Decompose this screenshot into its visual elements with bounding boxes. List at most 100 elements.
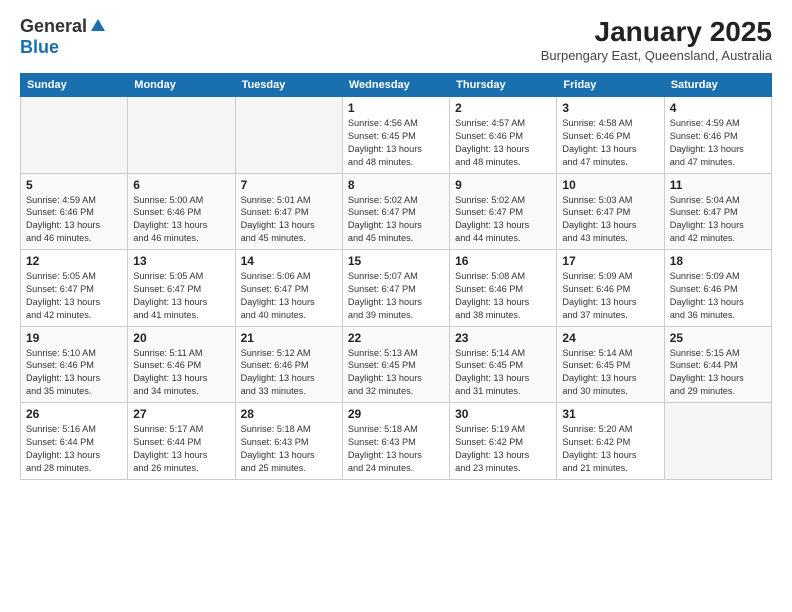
day-info: Sunrise: 5:16 AM Sunset: 6:44 PM Dayligh… (26, 423, 122, 475)
calendar-week-3: 12Sunrise: 5:05 AM Sunset: 6:47 PM Dayli… (21, 250, 772, 327)
header-wednesday: Wednesday (342, 74, 449, 97)
calendar-cell: 28Sunrise: 5:18 AM Sunset: 6:43 PM Dayli… (235, 403, 342, 480)
day-number: 1 (348, 101, 444, 115)
header: General Blue January 2025 Burpengary Eas… (20, 16, 772, 63)
day-info: Sunrise: 4:59 AM Sunset: 6:46 PM Dayligh… (670, 117, 766, 169)
calendar-cell: 1 Sunrise: 4:56 AM Sunset: 6:45 PM Daylig… (342, 97, 449, 174)
day-number: 16 (455, 254, 551, 268)
calendar-cell: 12Sunrise: 5:05 AM Sunset: 6:47 PM Dayli… (21, 250, 128, 327)
calendar-cell: 26 Sunrise: 5:16 AM Sunset: 6:44 PM Dayli… (21, 403, 128, 480)
calendar-cell: 8 Sunrise: 5:02 AM Sunset: 6:47 PM Daylig… (342, 173, 449, 250)
day-number: 31 (562, 407, 658, 421)
day-number: 21 (241, 331, 337, 345)
day-number: 17 (562, 254, 658, 268)
logo-blue-text: Blue (20, 37, 59, 58)
day-info: Sunrise: 4:57 AM Sunset: 6:46 PM Dayligh… (455, 117, 551, 169)
header-saturday: Saturday (664, 74, 771, 97)
day-number: 7 (241, 178, 337, 192)
day-info: Sunrise: 5:12 AM Sunset: 6:46 PM Dayligh… (241, 347, 337, 399)
day-info: Sunrise: 5:09 AM Sunset: 6:46 PM Dayligh… (562, 270, 658, 322)
day-info: Sunrise: 5:08 AM Sunset: 6:46 PM Dayligh… (455, 270, 551, 322)
day-number: 26 (26, 407, 122, 421)
calendar-cell: 20Sunrise: 5:11 AM Sunset: 6:46 PM Dayli… (128, 326, 235, 403)
day-number: 11 (670, 178, 766, 192)
day-info: Sunrise: 5:14 AM Sunset: 6:45 PM Dayligh… (455, 347, 551, 399)
calendar-header-row: Sunday Monday Tuesday Wednesday Thursday… (21, 74, 772, 97)
calendar-cell: 5Sunrise: 4:59 AM Sunset: 6:46 PM Daylig… (21, 173, 128, 250)
day-number: 15 (348, 254, 444, 268)
day-number: 24 (562, 331, 658, 345)
calendar-cell: 31 Sunrise: 5:20 AM Sunset: 6:42 PM Dayli… (557, 403, 664, 480)
page: General Blue January 2025 Burpengary Eas… (0, 0, 792, 612)
calendar-cell: 13Sunrise: 5:05 AM Sunset: 6:47 PM Dayli… (128, 250, 235, 327)
calendar-table: Sunday Monday Tuesday Wednesday Thursday… (20, 73, 772, 480)
day-info: Sunrise: 5:04 AM Sunset: 6:47 PM Dayligh… (670, 194, 766, 246)
day-info: Sunrise: 5:01 AM Sunset: 6:47 PM Dayligh… (241, 194, 337, 246)
calendar-week-2: 5Sunrise: 4:59 AM Sunset: 6:46 PM Daylig… (21, 173, 772, 250)
calendar-cell (21, 97, 128, 174)
calendar-cell (235, 97, 342, 174)
header-thursday: Thursday (450, 74, 557, 97)
calendar-cell: 27 Sunrise: 5:17 AM Sunset: 6:44 PM Dayli… (128, 403, 235, 480)
day-number: 13 (133, 254, 229, 268)
calendar-week-1: 1 Sunrise: 4:56 AM Sunset: 6:45 PM Daylig… (21, 97, 772, 174)
logo-general-text: General (20, 16, 87, 37)
calendar-cell: 10 Sunrise: 5:03 AM Sunset: 6:47 PM Dayli… (557, 173, 664, 250)
calendar-cell: 7 Sunrise: 5:01 AM Sunset: 6:47 PM Daylig… (235, 173, 342, 250)
calendar-cell: 25 Sunrise: 5:15 AM Sunset: 6:44 PM Dayli… (664, 326, 771, 403)
day-info: Sunrise: 5:00 AM Sunset: 6:46 PM Dayligh… (133, 194, 229, 246)
title-block: January 2025 Burpengary East, Queensland… (541, 16, 772, 63)
day-number: 27 (133, 407, 229, 421)
day-info: Sunrise: 5:09 AM Sunset: 6:46 PM Dayligh… (670, 270, 766, 322)
day-info: Sunrise: 5:14 AM Sunset: 6:45 PM Dayligh… (562, 347, 658, 399)
day-info: Sunrise: 5:03 AM Sunset: 6:47 PM Dayligh… (562, 194, 658, 246)
calendar-cell: 11 Sunrise: 5:04 AM Sunset: 6:47 PM Dayli… (664, 173, 771, 250)
day-number: 25 (670, 331, 766, 345)
day-info: Sunrise: 5:02 AM Sunset: 6:47 PM Dayligh… (455, 194, 551, 246)
header-monday: Monday (128, 74, 235, 97)
day-number: 8 (348, 178, 444, 192)
day-number: 10 (562, 178, 658, 192)
calendar-cell: 3Sunrise: 4:58 AM Sunset: 6:46 PM Daylig… (557, 97, 664, 174)
day-info: Sunrise: 4:59 AM Sunset: 6:46 PM Dayligh… (26, 194, 122, 246)
day-info: Sunrise: 5:11 AM Sunset: 6:46 PM Dayligh… (133, 347, 229, 399)
day-info: Sunrise: 5:17 AM Sunset: 6:44 PM Dayligh… (133, 423, 229, 475)
day-info: Sunrise: 5:18 AM Sunset: 6:43 PM Dayligh… (348, 423, 444, 475)
calendar-cell: 21 Sunrise: 5:12 AM Sunset: 6:46 PM Dayli… (235, 326, 342, 403)
header-tuesday: Tuesday (235, 74, 342, 97)
calendar-week-4: 19Sunrise: 5:10 AM Sunset: 6:46 PM Dayli… (21, 326, 772, 403)
calendar-cell (128, 97, 235, 174)
day-info: Sunrise: 5:06 AM Sunset: 6:47 PM Dayligh… (241, 270, 337, 322)
day-number: 6 (133, 178, 229, 192)
day-info: Sunrise: 5:02 AM Sunset: 6:47 PM Dayligh… (348, 194, 444, 246)
day-number: 2 (455, 101, 551, 115)
day-number: 18 (670, 254, 766, 268)
day-info: Sunrise: 5:15 AM Sunset: 6:44 PM Dayligh… (670, 347, 766, 399)
day-info: Sunrise: 4:56 AM Sunset: 6:45 PM Dayligh… (348, 117, 444, 169)
calendar-cell: 9 Sunrise: 5:02 AM Sunset: 6:47 PM Daylig… (450, 173, 557, 250)
calendar-cell: 23 Sunrise: 5:14 AM Sunset: 6:45 PM Dayli… (450, 326, 557, 403)
calendar-cell: 16 Sunrise: 5:08 AM Sunset: 6:46 PM Dayli… (450, 250, 557, 327)
calendar-cell: 19Sunrise: 5:10 AM Sunset: 6:46 PM Dayli… (21, 326, 128, 403)
day-number: 29 (348, 407, 444, 421)
day-number: 30 (455, 407, 551, 421)
calendar-cell (664, 403, 771, 480)
day-number: 9 (455, 178, 551, 192)
day-info: Sunrise: 5:10 AM Sunset: 6:46 PM Dayligh… (26, 347, 122, 399)
location: Burpengary East, Queensland, Australia (541, 48, 772, 63)
calendar-cell: 18 Sunrise: 5:09 AM Sunset: 6:46 PM Dayli… (664, 250, 771, 327)
day-number: 23 (455, 331, 551, 345)
day-info: Sunrise: 5:13 AM Sunset: 6:45 PM Dayligh… (348, 347, 444, 399)
month-title: January 2025 (541, 16, 772, 48)
calendar-cell: 15 Sunrise: 5:07 AM Sunset: 6:47 PM Dayli… (342, 250, 449, 327)
calendar-cell: 4 Sunrise: 4:59 AM Sunset: 6:46 PM Daylig… (664, 97, 771, 174)
calendar-cell: 17 Sunrise: 5:09 AM Sunset: 6:46 PM Dayli… (557, 250, 664, 327)
header-sunday: Sunday (21, 74, 128, 97)
calendar-cell: 29 Sunrise: 5:18 AM Sunset: 6:43 PM Dayli… (342, 403, 449, 480)
day-info: Sunrise: 5:07 AM Sunset: 6:47 PM Dayligh… (348, 270, 444, 322)
calendar-cell: 24 Sunrise: 5:14 AM Sunset: 6:45 PM Dayli… (557, 326, 664, 403)
logo: General Blue (20, 16, 107, 58)
day-info: Sunrise: 5:20 AM Sunset: 6:42 PM Dayligh… (562, 423, 658, 475)
day-number: 4 (670, 101, 766, 115)
calendar-cell: 30Sunrise: 5:19 AM Sunset: 6:42 PM Dayli… (450, 403, 557, 480)
